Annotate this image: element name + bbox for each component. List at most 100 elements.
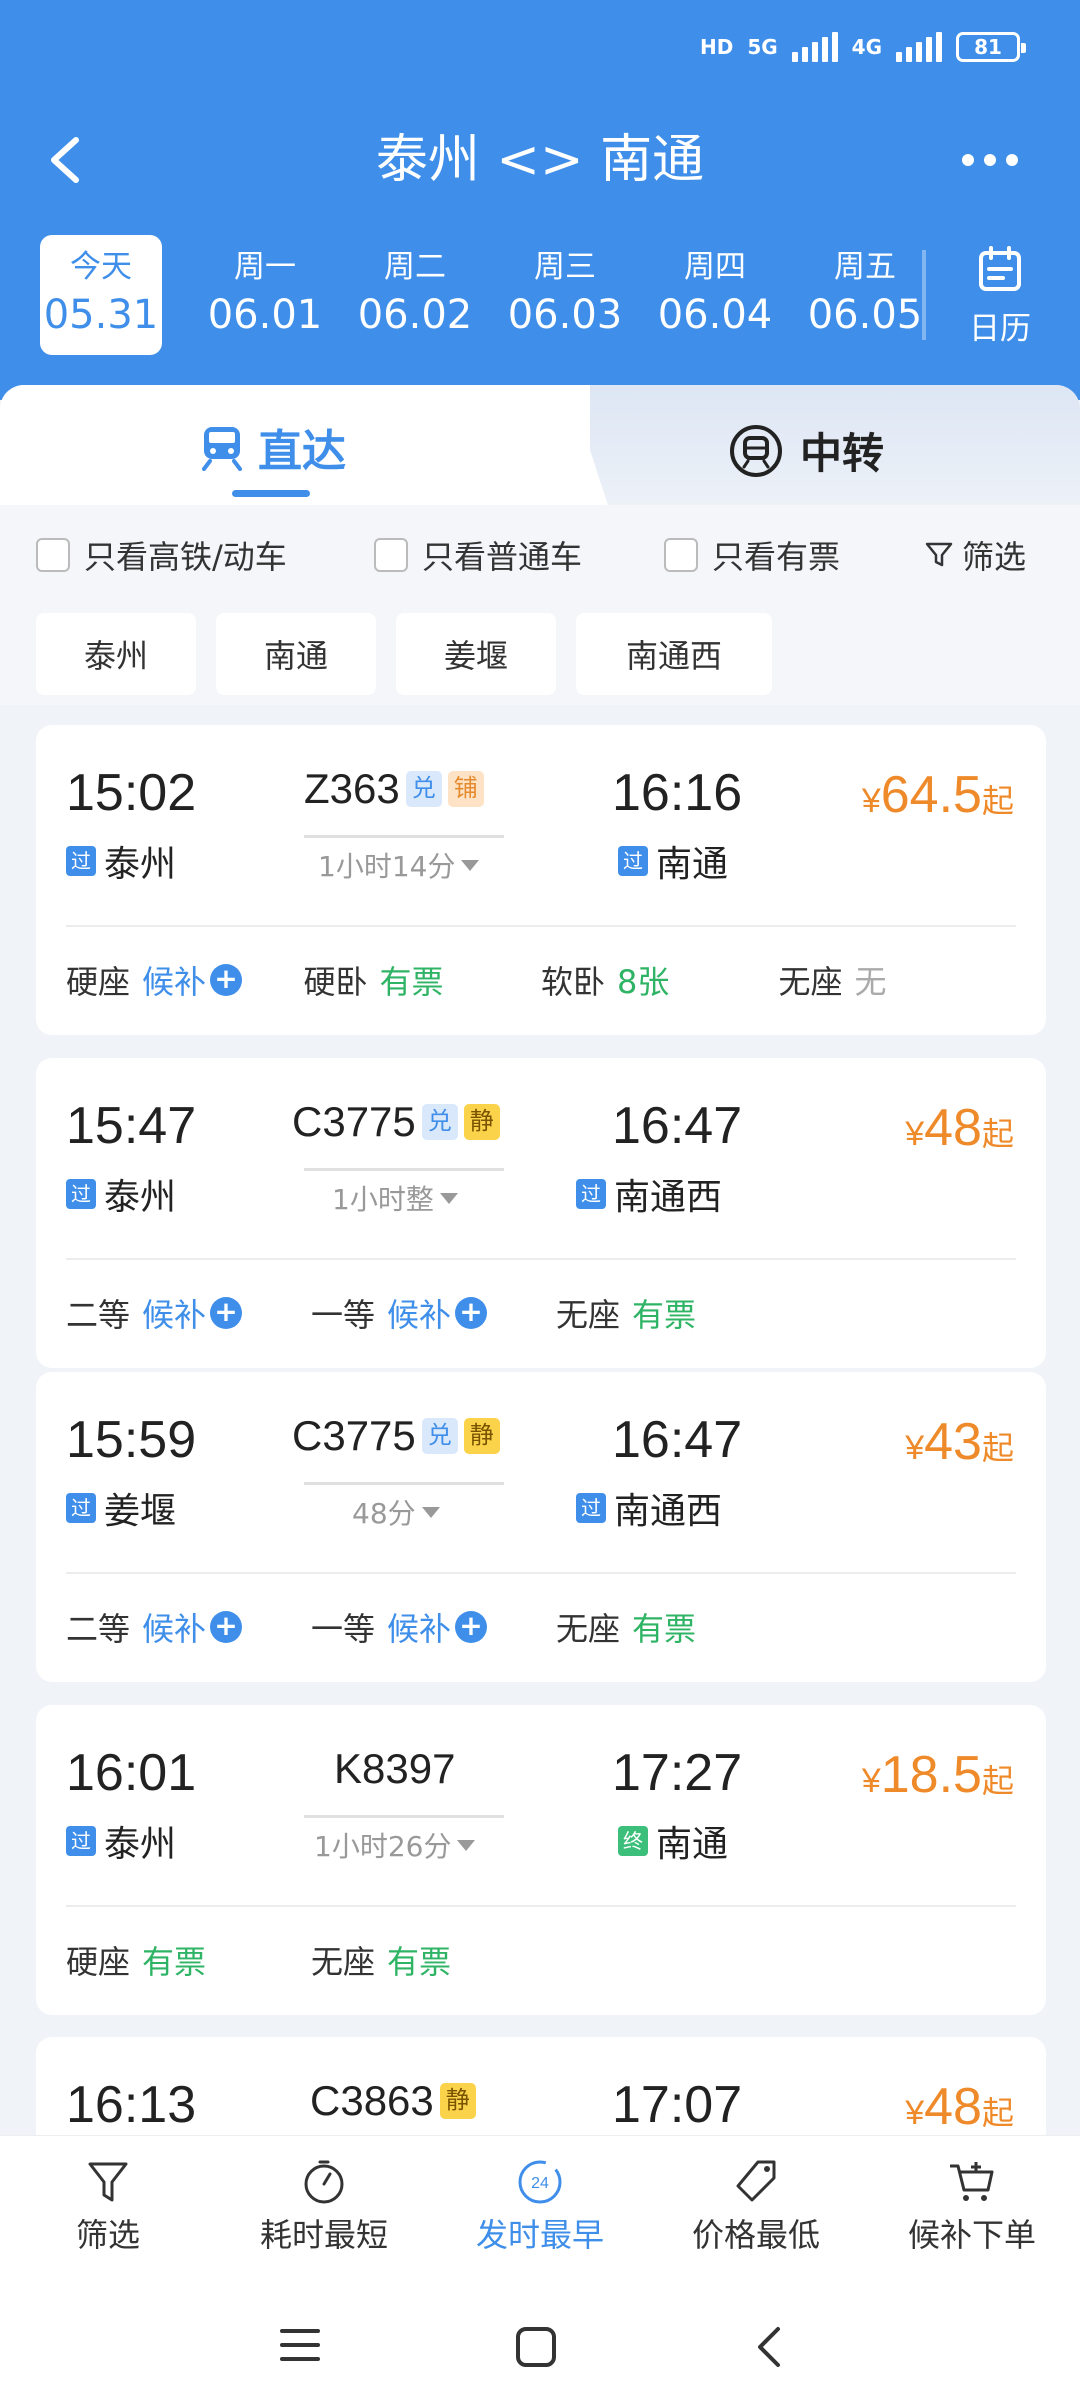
- station-chip[interactable]: 姜堰: [396, 613, 556, 695]
- pass-tag: 过: [576, 1179, 606, 1209]
- date-value: 06.01: [207, 292, 323, 338]
- price: ¥18.5 起: [862, 1745, 1014, 1805]
- card-divider: [66, 1905, 1016, 1907]
- pass-tag: 过: [576, 1493, 606, 1523]
- train-number: C3775: [292, 1412, 416, 1459]
- seat-status-waitlist[interactable]: 候补: [142, 1290, 206, 1336]
- more-options-button[interactable]: [962, 140, 1032, 180]
- price: ¥48 起: [905, 2077, 1014, 2135]
- seat-status: 8张: [617, 963, 670, 1001]
- train-card[interactable]: 15:47 过泰州 C3775 兑静 1小时整 16:47 过南通西 ¥48 起 二…: [36, 1058, 1046, 1368]
- checkbox-icon: [664, 538, 698, 572]
- tab-transfer-label-group[interactable]: 中转: [728, 420, 884, 481]
- sort-earliest-button[interactable]: 24 发时最早: [432, 2136, 648, 2285]
- seat-status-waitlist[interactable]: 候补: [142, 957, 206, 1003]
- seat-status-waitlist[interactable]: 候补: [387, 1290, 451, 1336]
- filter-button[interactable]: 筛选: [924, 532, 1026, 578]
- arrival-time: 16:16: [612, 764, 743, 822]
- plus-icon[interactable]: +: [455, 1611, 488, 1643]
- seat-status-waitlist[interactable]: 候补: [142, 1604, 206, 1650]
- seat-row: 硬座 有票 无座 有票: [66, 1935, 1016, 1985]
- duration-toggle[interactable]: 1小时26分: [314, 1825, 476, 1865]
- date-tab[interactable]: 周二 06.02: [340, 235, 490, 355]
- arrival-station-name: 南通: [656, 844, 729, 885]
- tab-direct-label: 直达: [258, 426, 346, 477]
- more-dot-icon: [984, 154, 996, 166]
- sort-shortest-button[interactable]: 耗时最短: [216, 2136, 432, 2285]
- seat-class: 一等 候补 +: [311, 1602, 556, 1652]
- train-number-group: K8397: [334, 1745, 455, 1793]
- arrival-station: 过南通西: [576, 1168, 722, 1220]
- seat-class: 无座无: [779, 955, 1017, 1005]
- train-card[interactable]: 16:13 C3863 静 17:07 ¥48 起: [36, 2037, 1046, 2135]
- seat-name: 二等: [66, 1610, 131, 1648]
- duration-toggle[interactable]: 48分: [352, 1492, 440, 1532]
- home-icon[interactable]: [514, 2325, 558, 2369]
- date-tab-today[interactable]: 今天 05.31: [40, 235, 162, 355]
- signal-icon: [896, 32, 942, 62]
- calendar-button[interactable]: 日历: [960, 245, 1040, 355]
- quiet-badge: 静: [463, 1104, 500, 1140]
- departure-time: 15:47: [66, 1097, 197, 1155]
- plus-icon[interactable]: +: [210, 1611, 243, 1643]
- train-number-group: C3775 兑静: [292, 1412, 500, 1460]
- seat-status-waitlist[interactable]: 候补: [387, 1604, 451, 1650]
- train-card[interactable]: 15:02 过泰州 Z363 兑铺 1小时14分 16:16 过南通 ¥64.5 起…: [36, 725, 1046, 1035]
- train-card[interactable]: 15:59 过姜堰 C3775 兑静 48分 16:47 过南通西 ¥43 起 二等…: [36, 1372, 1046, 1682]
- plus-icon[interactable]: +: [210, 964, 243, 996]
- date-divider: [922, 250, 926, 340]
- price-suffix: 起: [981, 1430, 1014, 1466]
- sort-shortest-label: 耗时最短: [259, 2216, 388, 2254]
- plus-icon[interactable]: +: [455, 1297, 488, 1329]
- caret-down-icon: [461, 859, 480, 871]
- route-line: [304, 1815, 504, 1818]
- back-nav-icon[interactable]: [752, 2323, 788, 2371]
- sort-filter-button[interactable]: 筛选: [0, 2136, 216, 2285]
- duration-toggle[interactable]: 1小时14分: [318, 845, 480, 885]
- station-chip[interactable]: 南通: [216, 613, 376, 695]
- filter-hsr-checkbox[interactable]: 只看高铁/动车: [36, 532, 374, 578]
- departure-time: 15:59: [66, 1411, 197, 1469]
- station-chip[interactable]: 南通西: [576, 613, 772, 695]
- departure-time: 16:13: [66, 2076, 197, 2134]
- departure-station-name: 姜堰: [104, 1491, 177, 1532]
- date-tab[interactable]: 周四 06.04: [640, 235, 790, 355]
- price-amount: 64.5: [880, 766, 982, 824]
- date-weekday: 周二: [384, 249, 446, 285]
- date-tab[interactable]: 周三 06.03: [490, 235, 640, 355]
- duration-toggle[interactable]: 1小时整: [332, 1178, 458, 1218]
- seat-class: 无座 有票: [556, 1602, 801, 1652]
- filter-normal-checkbox[interactable]: 只看普通车: [374, 532, 664, 578]
- filter-available-checkbox[interactable]: 只看有票: [664, 532, 840, 578]
- currency: ¥: [861, 782, 881, 820]
- seat-class: 硬座 候补 +: [66, 955, 304, 1005]
- checkbox-icon: [374, 538, 408, 572]
- menu-icon[interactable]: [278, 2325, 322, 2365]
- departure-station: 过泰州: [66, 1168, 176, 1220]
- pass-tag: 过: [66, 1826, 96, 1856]
- date-tab[interactable]: 周一 06.01: [190, 235, 340, 355]
- station-chip[interactable]: 泰州: [36, 613, 196, 695]
- redeem-badge: 兑: [405, 771, 442, 807]
- price-suffix: 起: [981, 1763, 1014, 1799]
- train-card[interactable]: 16:01 过泰州 K8397 1小时26分 17:27 终南通 ¥18.5 起 …: [36, 1705, 1046, 2015]
- currency: ¥: [905, 2094, 925, 2132]
- plus-icon[interactable]: +: [210, 1297, 243, 1329]
- sort-cheapest-button[interactable]: 价格最低: [648, 2136, 864, 2285]
- date-weekday: 周四: [684, 249, 746, 285]
- quiet-badge: 静: [463, 1418, 500, 1454]
- station-chips: 泰州 南通 姜堰 南通西: [36, 613, 772, 695]
- seat-status: 有票: [632, 1610, 697, 1648]
- date-value: 06.02: [357, 292, 473, 338]
- system-nav-bar: [0, 2285, 1080, 2400]
- back-button[interactable]: [40, 120, 100, 200]
- seat-name: 一等: [311, 1610, 376, 1648]
- seat-class: 无座 有票: [311, 1935, 556, 1985]
- date-tab[interactable]: 周五 06.05: [790, 235, 940, 355]
- waitlist-order-button[interactable]: 候补下单: [864, 2136, 1080, 2285]
- tab-direct-label-group[interactable]: 直达: [200, 415, 346, 479]
- seat-row: 硬座 候补 + 硬卧 有票 软卧 8张 无座无: [66, 955, 1016, 1005]
- seat-status: 有票: [142, 1943, 207, 1981]
- pass-tag: 过: [66, 1493, 96, 1523]
- redeem-badge: 兑: [421, 1418, 458, 1454]
